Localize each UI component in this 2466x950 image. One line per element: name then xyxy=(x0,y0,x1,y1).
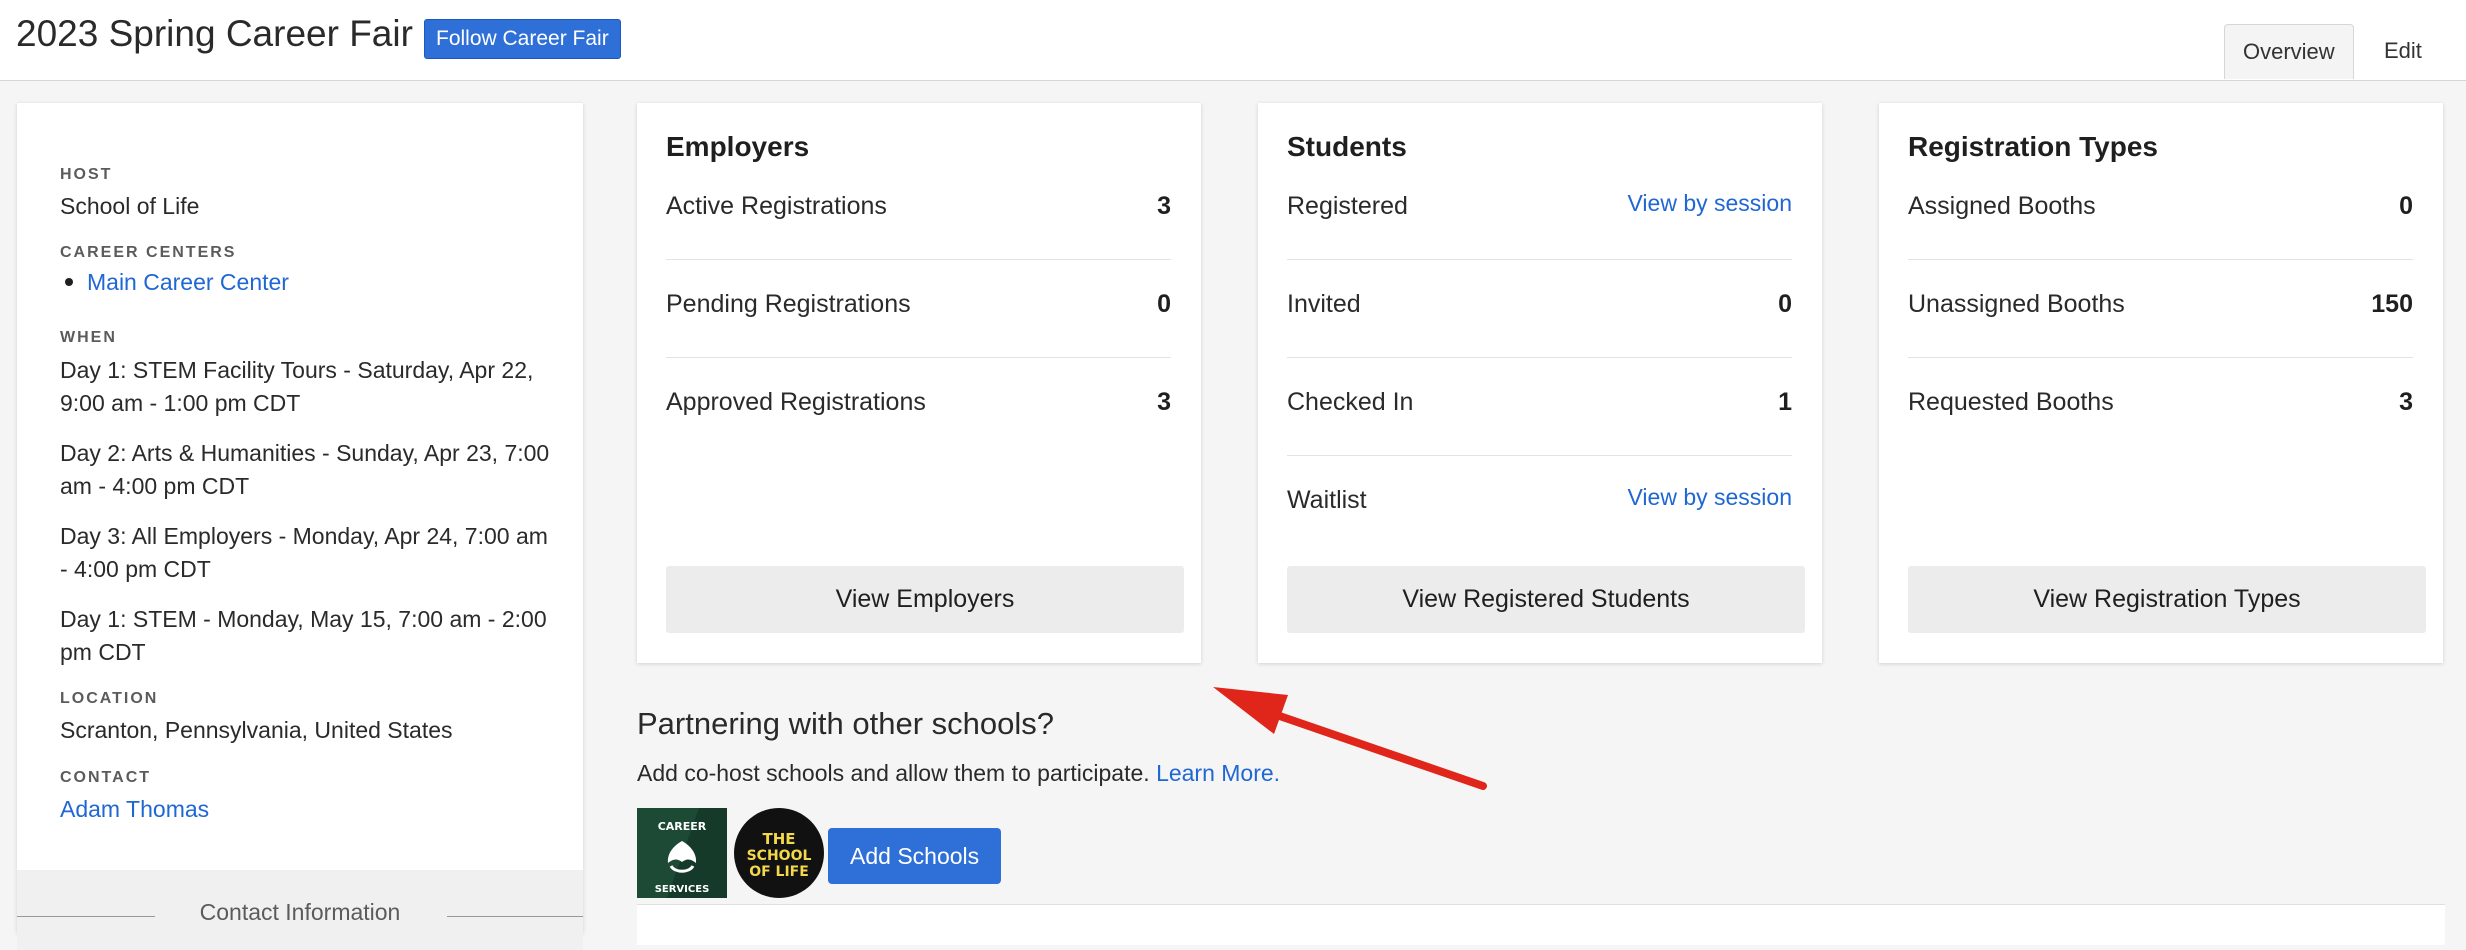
stat-row: Requested Booths 3 xyxy=(1908,358,2413,456)
contact-info-heading: Contact Information xyxy=(199,899,401,925)
page-header: 2023 Spring Career Fair Follow Career Fa… xyxy=(0,0,2466,81)
tab-overview[interactable]: Overview xyxy=(2224,24,2354,79)
logo-text: THE xyxy=(762,830,795,848)
host-value: School of Life xyxy=(60,193,200,219)
stat-row: Active Registrations 3 xyxy=(666,162,1171,260)
host-label: HOST xyxy=(60,166,113,183)
stat-row: Invited 0 xyxy=(1287,260,1792,358)
stat-value: 3 xyxy=(2399,388,2413,416)
add-schools-button[interactable]: Add Schools xyxy=(828,828,1002,884)
view-registered-students-button[interactable]: View Registered Students xyxy=(1287,566,1805,633)
partnering-description: Add co-host schools and allow them to pa… xyxy=(637,760,1280,787)
stat-label: Active Registrations xyxy=(666,192,887,220)
partnering-text: Add co-host schools and allow them to pa… xyxy=(637,760,1150,786)
stat-value: 3 xyxy=(1157,192,1171,220)
stat-value: 0 xyxy=(2399,192,2413,220)
stat-value: 150 xyxy=(2371,290,2413,318)
stat-row: Unassigned Booths 150 xyxy=(1908,260,2413,358)
stat-value: 3 xyxy=(1157,388,1171,416)
stat-label: Invited xyxy=(1287,290,1361,318)
stat-value: 0 xyxy=(1778,290,1792,318)
employers-card: Employers Active Registrations 3 Pending… xyxy=(637,103,1201,663)
school-of-life-logo[interactable]: THE SCHOOL OF LIFE xyxy=(734,808,824,898)
career-centers-label: CAREER CENTERS xyxy=(60,244,237,261)
stat-value: 0 xyxy=(1157,290,1171,318)
card-title: Employers xyxy=(666,131,810,162)
stat-row: Waitlist View by session xyxy=(1287,456,1792,554)
contact-link[interactable]: Adam Thomas xyxy=(60,796,209,823)
stat-row: Pending Registrations 0 xyxy=(666,260,1171,358)
view-by-session-link[interactable]: View by session xyxy=(1628,190,1793,217)
day-item: Day 1: STEM Facility Tours - Saturday, A… xyxy=(60,357,534,416)
fair-details-panel: HOST School of Life CAREER CENTERS Main … xyxy=(17,103,583,950)
follow-career-fair-button[interactable]: Follow Career Fair xyxy=(424,19,621,59)
stat-label: Requested Booths xyxy=(1908,388,2114,416)
stat-label: Checked In xyxy=(1287,388,1414,416)
students-card: Students Registered View by session Invi… xyxy=(1258,103,1822,663)
location-value: Scranton, Pennsylvania, United States xyxy=(60,717,453,743)
view-registration-types-button[interactable]: View Registration Types xyxy=(1908,566,2426,633)
stat-row: Checked In 1 xyxy=(1287,358,1792,456)
stat-label: Unassigned Booths xyxy=(1908,290,2125,318)
career-services-logo[interactable]: CAREER SERVICES xyxy=(637,808,727,898)
content-panel xyxy=(637,904,2445,945)
stat-label: Pending Registrations xyxy=(666,290,911,318)
when-label: WHEN xyxy=(60,329,117,346)
logo-text: SCHOOL xyxy=(747,848,812,864)
stat-row: Assigned Booths 0 xyxy=(1908,162,2413,260)
stat-row: Registered View by session xyxy=(1287,162,1792,260)
logo-text: OF LIFE xyxy=(749,864,809,880)
logo-text: SERVICES xyxy=(655,884,710,895)
view-employers-button[interactable]: View Employers xyxy=(666,566,1184,633)
registration-types-card: Registration Types Assigned Booths 0 Una… xyxy=(1879,103,2443,663)
contact-label: CONTACT xyxy=(60,769,152,786)
bullet-icon xyxy=(65,278,73,286)
learn-more-link[interactable]: Learn More. xyxy=(1156,760,1280,786)
logo-text: CAREER xyxy=(658,820,707,833)
career-center-link[interactable]: Main Career Center xyxy=(87,269,289,295)
tab-edit[interactable]: Edit xyxy=(2366,24,2440,78)
day-item: Day 1: STEM - Monday, May 15, 7:00 am - … xyxy=(60,606,547,665)
partnering-heading: Partnering with other schools? xyxy=(637,706,1055,741)
day-item: Day 2: Arts & Humanities - Sunday, Apr 2… xyxy=(60,440,550,499)
page-title: 2023 Spring Career Fair xyxy=(16,13,413,54)
stat-label: Assigned Booths xyxy=(1908,192,2096,220)
stat-value: 1 xyxy=(1778,388,1792,416)
card-title: Students xyxy=(1287,131,1407,162)
day-item: Day 3: All Employers - Monday, Apr 24, 7… xyxy=(60,523,548,582)
stat-label: Approved Registrations xyxy=(666,388,926,416)
stat-label: Registered xyxy=(1287,192,1408,220)
list-item: Main Career Center xyxy=(60,269,289,296)
view-by-session-link[interactable]: View by session xyxy=(1628,484,1793,511)
stat-row: Approved Registrations 3 xyxy=(666,358,1171,456)
location-label: LOCATION xyxy=(60,690,159,707)
stat-label: Waitlist xyxy=(1287,486,1367,514)
card-title: Registration Types xyxy=(1908,131,2158,162)
